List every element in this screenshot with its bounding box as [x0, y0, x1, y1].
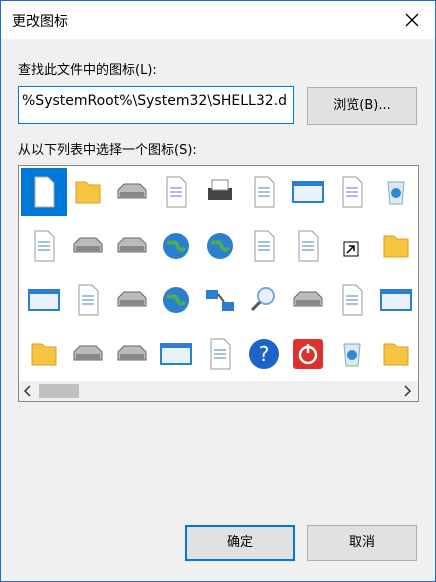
network-drive-icon: [117, 237, 147, 253]
magnifier-icon: [250, 287, 275, 312]
folder-cell[interactable]: [65, 168, 111, 216]
network-icon: [206, 290, 234, 311]
globe-mouse-icon: [163, 287, 189, 313]
folder-network-cell[interactable]: [373, 330, 418, 378]
power-clock-icon: [342, 284, 363, 316]
browse-button[interactable]: 浏览(B)...: [307, 87, 417, 125]
icon-list[interactable]: ?: [18, 165, 419, 402]
monitor-icon: [160, 343, 192, 365]
horizontal-scrollbar[interactable]: [19, 381, 418, 401]
clock-document-icon: [254, 176, 275, 208]
disk-drive-icon: [73, 345, 103, 361]
title-bar: 更改图标: [1, 1, 435, 39]
find-label: 查找此文件中的图标(L):: [18, 63, 157, 78]
ok-button[interactable]: 确定: [185, 525, 295, 561]
shortcut-arrow-icon: [343, 241, 359, 257]
document-grid-icon: [210, 338, 231, 370]
drive-arrow-icon: [293, 291, 323, 307]
drive-disconnected-cell[interactable]: [109, 276, 155, 324]
folder-open-cell[interactable]: [21, 330, 67, 378]
blank-file-icon: [34, 176, 55, 208]
monitor-cell[interactable]: [153, 330, 199, 378]
folder-network-icon: [383, 343, 409, 366]
speaker-icon: [298, 230, 319, 262]
svg-text:?: ?: [259, 342, 270, 366]
window-cell[interactable]: [21, 276, 67, 324]
folder-open-icon: [31, 343, 57, 366]
folder-icon: [75, 181, 101, 204]
network-drive-cell[interactable]: [109, 222, 155, 270]
clock-document-cell[interactable]: [241, 168, 287, 216]
dialog-title: 更改图标: [12, 14, 68, 30]
text-document-icon: [34, 230, 55, 262]
hand-cell[interactable]: [329, 168, 375, 216]
chip-cell[interactable]: [153, 168, 199, 216]
network-cell[interactable]: [197, 276, 243, 324]
globe-cell[interactable]: [153, 222, 199, 270]
chip-icon: [166, 176, 187, 208]
power-icon: [293, 339, 323, 369]
recycle-bin-full-icon: [343, 343, 361, 367]
recycle-bin-cell[interactable]: [373, 168, 418, 216]
globe-icon: [163, 233, 189, 259]
globe-mouse-cell[interactable]: [153, 276, 199, 324]
drive-cell[interactable]: [109, 168, 155, 216]
power-cell[interactable]: [285, 330, 331, 378]
cd-drive-icon: [117, 345, 147, 361]
path-input[interactable]: %SystemRoot%\System32\SHELL32.d: [18, 86, 294, 124]
shortcut-arrow-cell[interactable]: [329, 222, 375, 270]
printer-cell[interactable]: [197, 168, 243, 216]
window-icon: [28, 289, 60, 311]
text-document-cell[interactable]: [21, 222, 67, 270]
magnifier-cell[interactable]: [241, 276, 287, 324]
window-glow-cell[interactable]: [285, 168, 331, 216]
drive-disconnected-icon: [117, 291, 147, 307]
blank-file-cell[interactable]: [21, 168, 67, 216]
cd-drive-cell[interactable]: [109, 330, 155, 378]
drive-icon: [117, 183, 147, 199]
scroll-thumb[interactable]: [39, 384, 79, 398]
change-icon-dialog: 更改图标 查找此文件中的图标(L): %SystemRoot%\System32…: [0, 0, 436, 582]
close-button[interactable]: [389, 1, 435, 39]
server-icon: [73, 237, 103, 253]
server-cell[interactable]: [65, 222, 111, 270]
list-label: 从以下列表中选择一个图标(S):: [18, 143, 197, 158]
hand-icon: [342, 176, 363, 208]
document-grid-cell[interactable]: [197, 330, 243, 378]
cancel-button[interactable]: 取消: [307, 525, 417, 561]
scroll-left-icon[interactable]: [23, 385, 33, 397]
drive-arrow-cell[interactable]: [285, 276, 331, 324]
blue-window-icon: [380, 289, 412, 311]
control-panel-icon: [254, 230, 275, 262]
recycle-bin-full-cell[interactable]: [329, 330, 375, 378]
disk-drive-cell[interactable]: [65, 330, 111, 378]
control-panel-cell[interactable]: [241, 222, 287, 270]
floppy-cell[interactable]: [65, 276, 111, 324]
close-icon: [405, 13, 419, 27]
recycle-bin-icon: [387, 181, 405, 205]
floppy-icon: [78, 284, 99, 316]
folder-settings-icon: [383, 235, 409, 258]
speaker-cell[interactable]: [285, 222, 331, 270]
blue-window-cell[interactable]: [373, 276, 418, 324]
power-clock-cell[interactable]: [329, 276, 375, 324]
help-cell[interactable]: ?: [241, 330, 287, 378]
network-globe-cell[interactable]: [197, 222, 243, 270]
folder-settings-cell[interactable]: [373, 222, 418, 270]
scroll-right-icon[interactable]: [402, 385, 412, 397]
network-globe-icon: [207, 233, 233, 259]
help-icon: ?: [249, 339, 279, 369]
window-glow-icon: [292, 181, 324, 203]
printer-icon: [208, 179, 232, 200]
